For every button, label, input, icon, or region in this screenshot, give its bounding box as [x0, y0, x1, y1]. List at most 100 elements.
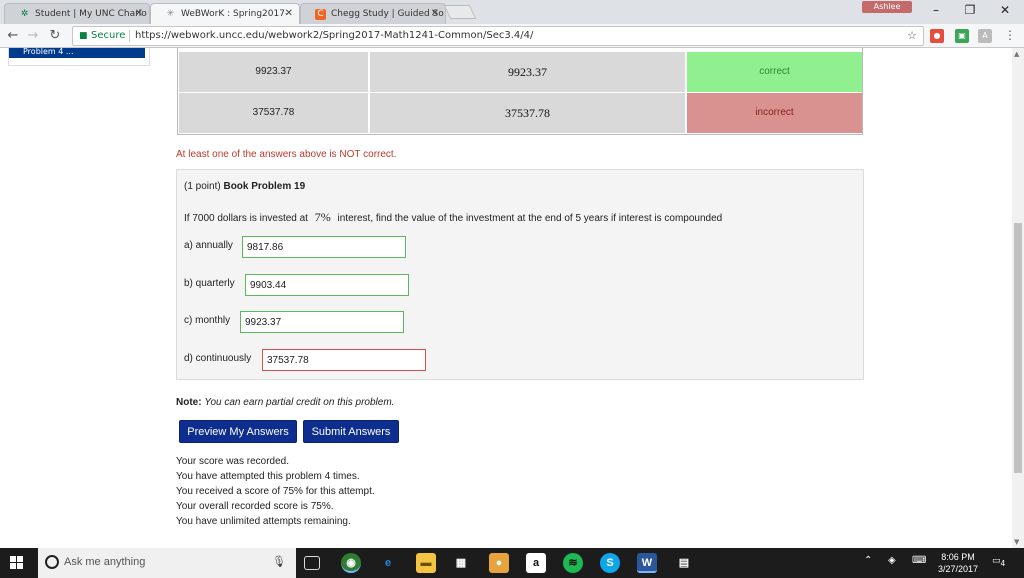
vertical-scrollbar[interactable]: ▲ ▼: [1012, 48, 1024, 548]
task-view-icon[interactable]: [304, 556, 320, 570]
extension-new-icon[interactable]: ●: [930, 29, 944, 43]
tab-student-unc[interactable]: ✲ Student | My UNC Charlo ✕: [4, 3, 150, 24]
forward-arrow-icon[interactable]: →: [24, 27, 42, 45]
status-line: Your overall recorded score is 75%.: [176, 501, 334, 512]
table-row: 9923.37 9923.37 correct: [178, 52, 864, 93]
answer-input-continuously[interactable]: [262, 349, 426, 371]
status-line: Your score was recorded.: [176, 456, 290, 467]
tab-webwork[interactable]: ✳ WeBWorK : Spring2017- ✕: [150, 3, 300, 24]
problem-box: (1 point) Book Problem 19 If 7000 dollar…: [176, 169, 864, 380]
tab-title: Student | My UNC Charlo: [35, 9, 147, 19]
answer-input-annually[interactable]: [242, 236, 406, 258]
close-window-icon[interactable]: ✕: [990, 2, 1020, 20]
close-tab-icon[interactable]: ✕: [285, 8, 293, 19]
tray-chevron-icon[interactable]: ⌃: [864, 555, 872, 566]
answer-results-table: 9923.37 9923.37 correct 37537.78 37537.7…: [177, 48, 863, 135]
preview-answers-button[interactable]: Preview My Answers: [179, 420, 297, 443]
taskbar-clock[interactable]: 8:06 PM 3/27/2017: [930, 551, 986, 575]
entered-cell: 9923.37: [179, 52, 368, 92]
amazon-icon[interactable]: a: [526, 553, 546, 573]
submit-answers-button[interactable]: Submit Answers: [303, 420, 399, 443]
new-tab-button[interactable]: [443, 5, 477, 19]
search-placeholder: Ask me anything: [64, 556, 146, 568]
skype-icon[interactable]: S: [600, 553, 620, 573]
notification-count: 4: [1000, 558, 1006, 568]
incorrect-warning: At least one of the answers above is NOT…: [176, 149, 397, 160]
clock-date: 3/27/2017: [937, 564, 979, 574]
chegg-favicon-icon: C: [315, 9, 326, 20]
cortana-search-box[interactable]: Ask me anything 🎙: [38, 548, 296, 578]
cortana-icon: [45, 555, 59, 569]
app-grid-icon[interactable]: ▤: [674, 553, 694, 573]
preview-cell: 9923.37: [370, 52, 685, 92]
microphone-icon[interactable]: 🎙: [272, 555, 286, 568]
windows-start-icon[interactable]: [10, 556, 24, 570]
sidebar-current-problem[interactable]: Problem 4 ...: [9, 48, 145, 58]
table-row: 37537.78 37537.78 incorrect: [178, 93, 864, 134]
tray-app-icon[interactable]: ◈: [888, 555, 896, 566]
question-label: a) annually: [184, 240, 233, 251]
menu-dots-icon[interactable]: ⋮: [1004, 28, 1016, 42]
address-bar[interactable]: ■ Secure https://webwork.uncc.edu/webwor…: [72, 26, 924, 46]
word-icon[interactable]: W: [637, 553, 657, 573]
action-center-icon[interactable]: ▭4: [992, 556, 1006, 570]
webwork-favicon-icon: ✳: [166, 9, 175, 19]
page-content: Problem 4 ... 9923.37 9923.37 correct 37…: [0, 48, 1012, 548]
bookmark-star-icon[interactable]: ☆: [907, 27, 917, 45]
interest-rate: 7%: [314, 210, 331, 224]
lock-icon: ■: [79, 31, 88, 41]
chrome-icon[interactable]: ◉: [341, 553, 361, 573]
secure-label: Secure: [91, 30, 126, 41]
tab-chegg[interactable]: C Chegg Study | Guided So ✕: [300, 3, 446, 24]
browser-toolbar: ← → ↻ ■ Secure https://webwork.uncc.edu/…: [0, 24, 1024, 48]
app-orange-icon[interactable]: ●: [489, 553, 509, 573]
scroll-up-icon[interactable]: ▲: [1014, 50, 1019, 58]
close-tab-icon[interactable]: ✕: [431, 8, 439, 19]
problem-text-after: interest, find the value of the investme…: [337, 213, 723, 224]
answer-input-quarterly[interactable]: [245, 274, 409, 296]
tab-title: WeBWorK : Spring2017-: [181, 9, 289, 19]
url-text: https://webwork.uncc.edu/webwork2/Spring…: [135, 30, 534, 41]
unc-favicon-icon: ✲: [20, 9, 29, 19]
preview-cell: 37537.78: [370, 93, 685, 133]
entered-cell: 37537.78: [179, 93, 368, 133]
result-cell: correct: [687, 52, 862, 92]
status-line: You received a score of 75% for this att…: [176, 486, 375, 497]
scroll-down-icon[interactable]: ▼: [1014, 538, 1019, 546]
divider: [129, 30, 130, 42]
minimize-icon[interactable]: –: [921, 2, 951, 20]
close-tab-icon[interactable]: ✕: [135, 8, 143, 19]
problem-points: (1 point): [184, 181, 221, 192]
spotify-icon[interactable]: ≋: [563, 553, 583, 573]
tab-strip: ✲ Student | My UNC Charlo ✕ ✳ WeBWorK : …: [0, 0, 1024, 24]
reload-icon[interactable]: ↻: [46, 27, 64, 45]
store-icon[interactable]: ▦: [451, 553, 471, 573]
problem-statement: If 7000 dollars is invested at 7% intere…: [184, 210, 722, 225]
question-label: b) quarterly: [184, 278, 235, 289]
question-label: c) monthly: [184, 315, 231, 326]
profile-badge[interactable]: Ashlee: [862, 1, 912, 13]
problem-sidebar: Problem 4 ...: [8, 48, 150, 66]
edge-icon[interactable]: e: [378, 553, 398, 573]
problem-title: Book Problem 19: [223, 181, 306, 192]
restore-icon[interactable]: ❐: [955, 2, 985, 20]
back-arrow-icon[interactable]: ←: [4, 27, 22, 45]
extension-green-icon[interactable]: ▣: [955, 29, 969, 43]
answer-input-monthly[interactable]: [240, 311, 404, 333]
extension-pdf-icon[interactable]: A: [978, 29, 992, 43]
clock-time: 8:06 PM: [941, 552, 975, 562]
result-cell: incorrect: [687, 93, 862, 133]
scrollbar-thumb[interactable]: [1014, 223, 1022, 473]
problem-text-before: If 7000 dollars is invested at: [184, 213, 308, 224]
keyboard-icon[interactable]: ⌨: [912, 555, 926, 566]
problem-header: (1 point) Book Problem 19: [184, 181, 305, 192]
note-text: You can earn partial credit on this prob…: [204, 397, 395, 408]
file-explorer-icon[interactable]: ▬: [416, 553, 436, 573]
partial-credit-note: Note: You can earn partial credit on thi…: [176, 397, 394, 408]
windows-taskbar: Ask me anything 🎙 ◉ e ▬ ▦ ● a ≋ S W ▤ ⌃ …: [0, 548, 1024, 578]
score-status: Your score was recorded. You have attemp…: [176, 454, 375, 529]
tab-title: Chegg Study | Guided So: [331, 9, 444, 19]
question-label: d) continuously: [184, 353, 252, 364]
note-label: Note:: [176, 397, 202, 408]
status-line: You have attempted this problem 4 times.: [176, 471, 360, 482]
